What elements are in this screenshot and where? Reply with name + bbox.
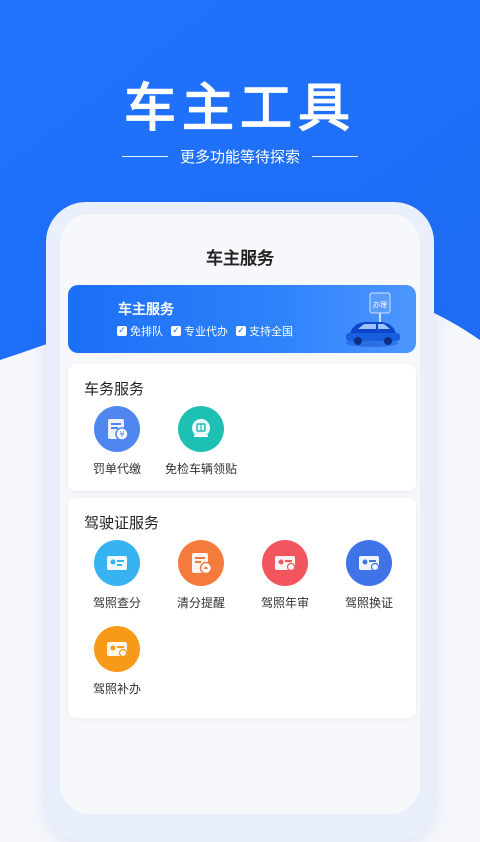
banner-tag-label: 专业代办 bbox=[184, 325, 228, 338]
license-icon bbox=[94, 540, 140, 586]
ticket-icon: ¥ bbox=[94, 406, 140, 452]
hero-subtitle: 更多功能等待探索 bbox=[179, 148, 300, 166]
license-services-card: 驾驶证服务 驾照查分 清分提醒 驾照年审 驾照换证 驾照补办 bbox=[68, 498, 416, 718]
item-label: 驾照查分 bbox=[92, 596, 141, 610]
license-annual-review-button[interactable]: 驾照年审 bbox=[240, 540, 330, 611]
item-label: 驾照补办 bbox=[92, 682, 141, 696]
reminder-icon bbox=[178, 540, 224, 586]
inspection-sticker-button[interactable]: 免检车辆领贴 bbox=[156, 406, 246, 477]
vehicle-services-card: 车务服务 ¥ 罚单代缴 免检车辆领贴 bbox=[68, 364, 416, 491]
banner-sign-text: 办理 bbox=[373, 300, 387, 309]
banner-tag-label: 免排队 bbox=[130, 325, 163, 338]
checkbox-icon: ✓ bbox=[117, 326, 127, 336]
divider-left bbox=[121, 156, 168, 157]
banner-tag-label: 支持全国 bbox=[249, 325, 293, 338]
checkbox-icon: ✓ bbox=[171, 326, 181, 336]
divider-right bbox=[312, 156, 358, 157]
license-icon bbox=[94, 626, 140, 672]
banner-title: 车主服务 bbox=[118, 302, 174, 318]
license-icon bbox=[346, 540, 392, 586]
license-renewal-button[interactable]: 驾照换证 bbox=[324, 540, 414, 611]
hero-title: 车主工具 bbox=[123, 79, 356, 139]
license-points-button[interactable]: 驾照查分 bbox=[72, 540, 162, 611]
item-label: 驾照换证 bbox=[344, 596, 393, 610]
banner-tag: ✓ 专业代办 bbox=[171, 323, 228, 339]
svg-text:¥: ¥ bbox=[119, 430, 124, 439]
hero-subtitle-row: 更多功能等待探索 bbox=[0, 146, 480, 167]
license-reissue-button[interactable]: 驾照补办 bbox=[72, 626, 162, 697]
banner-tag: ✓ 支持全国 bbox=[236, 323, 293, 339]
points-reminder-button[interactable]: 清分提醒 bbox=[156, 540, 246, 611]
fine-payment-button[interactable]: ¥ 罚单代缴 bbox=[72, 406, 162, 477]
inspection-icon bbox=[178, 406, 224, 452]
license-icon bbox=[262, 540, 308, 586]
screen-title: 车主服务 bbox=[206, 249, 274, 269]
banner-tags: ✓ 免排队 ✓ 专业代办 ✓ 支持全国 bbox=[117, 323, 293, 339]
item-label: 清分提醒 bbox=[176, 596, 225, 610]
section-title: 驾驶证服务 bbox=[84, 514, 160, 532]
item-label: 罚单代缴 bbox=[92, 462, 141, 476]
banner-tag: ✓ 免排队 bbox=[117, 323, 163, 339]
item-label: 驾照年审 bbox=[260, 596, 309, 610]
car-illustration-icon: 办理 bbox=[346, 292, 400, 347]
owner-service-banner[interactable]: 车主服务 ✓ 免排队 ✓ 专业代办 ✓ 支持全国 办理 bbox=[68, 285, 416, 353]
section-title: 车务服务 bbox=[84, 380, 145, 398]
item-label: 免检车辆领贴 bbox=[164, 462, 237, 476]
checkbox-icon: ✓ bbox=[236, 326, 246, 336]
